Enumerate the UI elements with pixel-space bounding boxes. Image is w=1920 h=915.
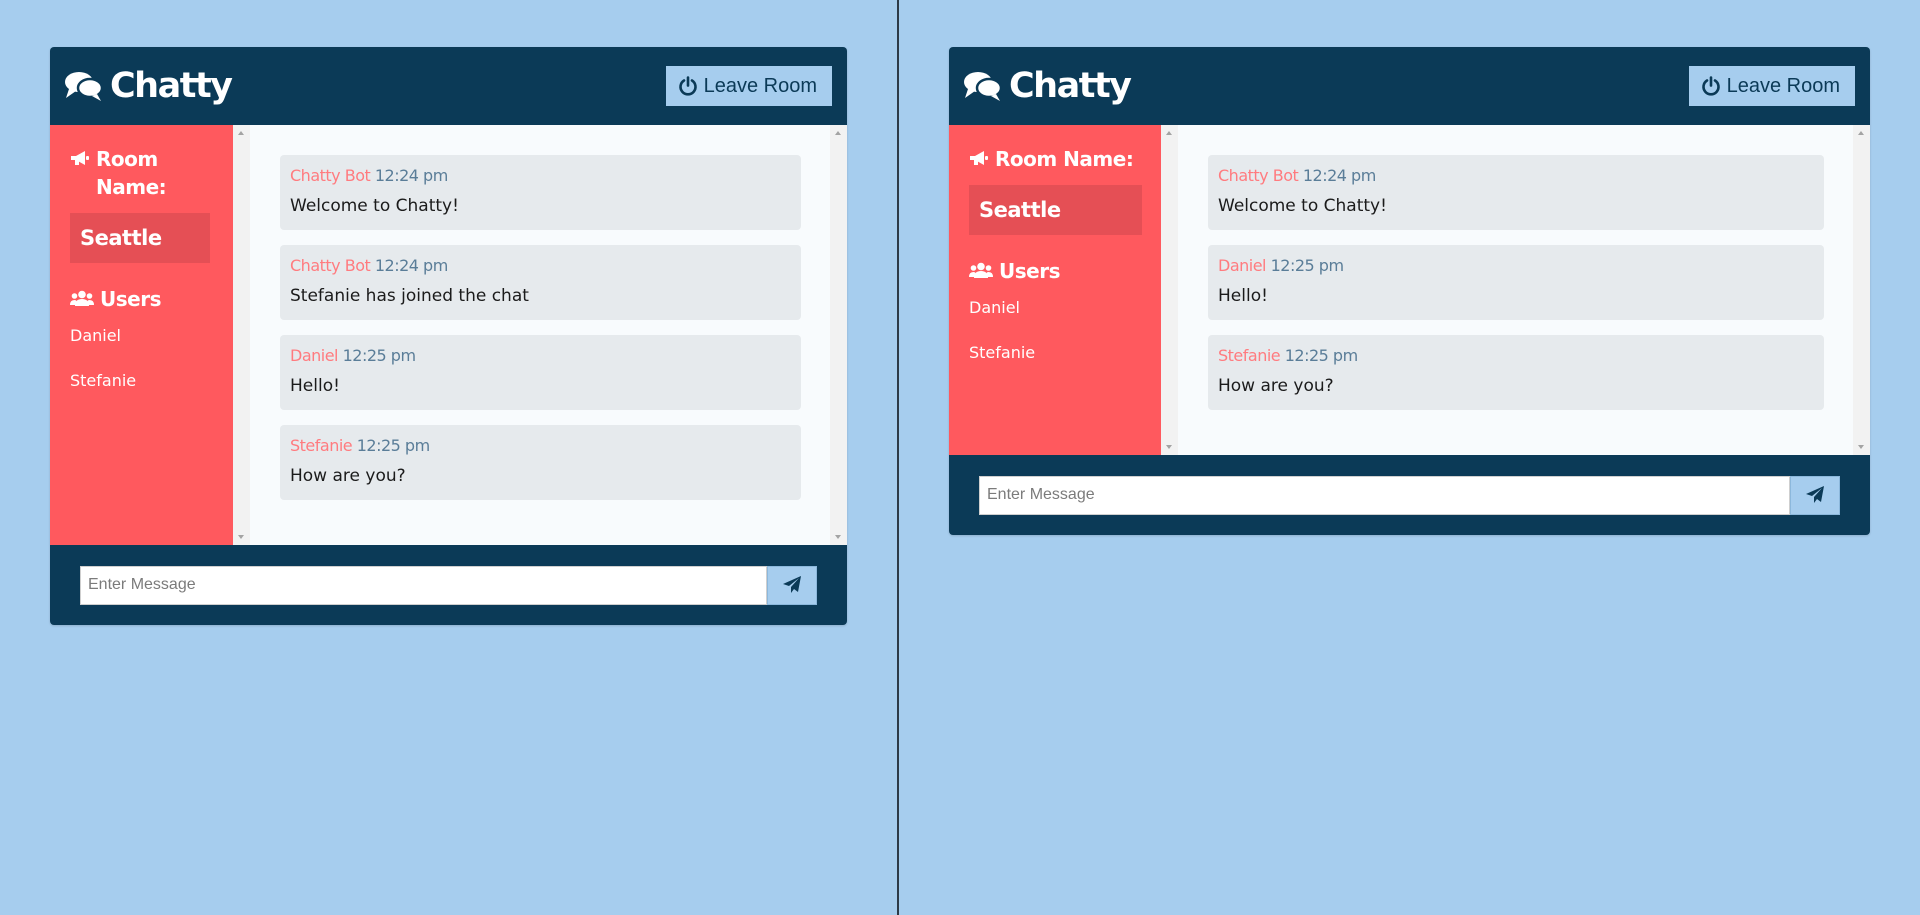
comments-icon [65,72,104,101]
chat-message: Stefanie 12:25 pm How are you? [280,425,801,500]
paper-plane-icon [1806,486,1824,503]
message-list-scrollbar[interactable] [830,125,847,545]
brand: Chatty [64,66,233,106]
message-author: Stefanie [1218,346,1281,365]
power-icon [678,76,697,96]
chat-header: Chatty Leave Room [50,47,847,125]
scroll-up-arrow-icon[interactable] [835,131,841,135]
user-item: Daniel [70,326,121,345]
leave-room-label: Leave Room [703,74,817,97]
window-divider [897,0,899,915]
message-list-scrollbar[interactable] [1853,125,1870,455]
scroll-down-arrow-icon[interactable] [835,535,841,539]
message-composer [949,455,1870,535]
message-text: Hello! [290,376,340,396]
chat-message: Daniel 12:25 pm Hello! [1208,245,1824,320]
message-author: Daniel [290,346,339,365]
scroll-up-arrow-icon[interactable] [238,131,244,135]
chat-header: Chatty Leave Room [949,47,1870,125]
chat-message: Chatty Bot 12:24 pm Welcome to Chatty! [1208,155,1824,230]
message-time: 12:25 pm [1284,346,1358,365]
message-time: 12:25 pm [356,436,430,455]
chat-main: Room Name: Seattle Users Daniel Stefanie [949,125,1870,455]
message-author: Chatty Bot [1218,166,1299,185]
user-item: Stefanie [70,371,137,390]
chat-message: Chatty Bot 12:24 pm Welcome to Chatty! [280,155,801,230]
room-name-heading: Room Name: [70,145,190,201]
chat-message: Daniel 12:25 pm Hello! [280,335,801,410]
room-name-heading: Room Name: [969,145,1158,173]
scroll-down-arrow-icon[interactable] [1858,445,1864,449]
chat-message: Stefanie 12:25 pm How are you? [1208,335,1824,410]
chat-window-right: Chatty Leave Room Room Name: Seattle Use… [949,47,1870,535]
comments-icon [964,72,1003,101]
sidebar: Room Name: Seattle Users Daniel Stefanie [50,125,250,545]
message-time: 12:24 pm [374,166,448,185]
message-list: Chatty Bot 12:24 pm Welcome to Chatty! C… [250,125,847,545]
scroll-up-arrow-icon[interactable] [1166,131,1172,135]
scroll-down-arrow-icon[interactable] [238,535,244,539]
chat-message: Chatty Bot 12:24 pm Stefanie has joined … [280,245,801,320]
message-author: Chatty Bot [290,256,371,275]
bullhorn-icon [71,151,89,165]
users-label: Users [100,287,161,311]
message-text: Stefanie has joined the chat [290,286,529,306]
sidebar-scrollbar[interactable] [1161,125,1178,455]
message-input[interactable] [979,475,1790,515]
message-text: How are you? [1218,376,1334,396]
brand: Chatty [963,66,1132,106]
message-time: 12:25 pm [342,346,416,365]
message-author: Stefanie [290,436,353,455]
message-author: Chatty Bot [290,166,371,185]
users-icon [969,262,993,278]
bullhorn-icon [970,151,988,165]
room-name-label: Room Name: [995,147,1134,171]
room-name-value: Seattle [70,213,210,263]
message-list: Chatty Bot 12:24 pm Welcome to Chatty! D… [1178,125,1870,455]
message-time: 12:25 pm [1270,256,1344,275]
paper-plane-icon [783,576,801,593]
message-composer [50,545,847,625]
user-item: Daniel [969,298,1020,317]
message-author: Daniel [1218,256,1267,275]
users-label: Users [999,259,1060,283]
user-item: Stefanie [969,343,1036,362]
users-heading: Users [70,285,230,313]
message-text: Welcome to Chatty! [1218,196,1387,216]
message-text: How are you? [290,466,406,486]
scroll-up-arrow-icon[interactable] [1858,131,1864,135]
chat-window-left: Chatty Leave Room Room Name: Seattle Use… [50,47,847,625]
leave-room-button[interactable]: Leave Room [1688,66,1855,106]
message-time: 12:24 pm [1302,166,1376,185]
users-icon [70,290,94,306]
room-name-value: Seattle [969,185,1142,235]
leave-room-button[interactable]: Leave Room [665,66,832,106]
message-input[interactable] [80,565,767,605]
scroll-down-arrow-icon[interactable] [1166,445,1172,449]
send-button[interactable] [767,565,817,605]
users-heading: Users [969,257,1158,285]
chat-main: Room Name: Seattle Users Daniel Stefanie [50,125,847,545]
power-icon [1701,76,1720,96]
sidebar: Room Name: Seattle Users Daniel Stefanie [949,125,1178,455]
message-text: Hello! [1218,286,1268,306]
message-text: Welcome to Chatty! [290,196,459,216]
leave-room-label: Leave Room [1726,74,1840,97]
message-time: 12:24 pm [374,256,448,275]
app-title: Chatty [110,66,233,106]
sidebar-scrollbar[interactable] [233,125,250,545]
send-button[interactable] [1790,475,1840,515]
app-title: Chatty [1009,66,1132,106]
room-name-label: Room Name: [96,147,167,199]
